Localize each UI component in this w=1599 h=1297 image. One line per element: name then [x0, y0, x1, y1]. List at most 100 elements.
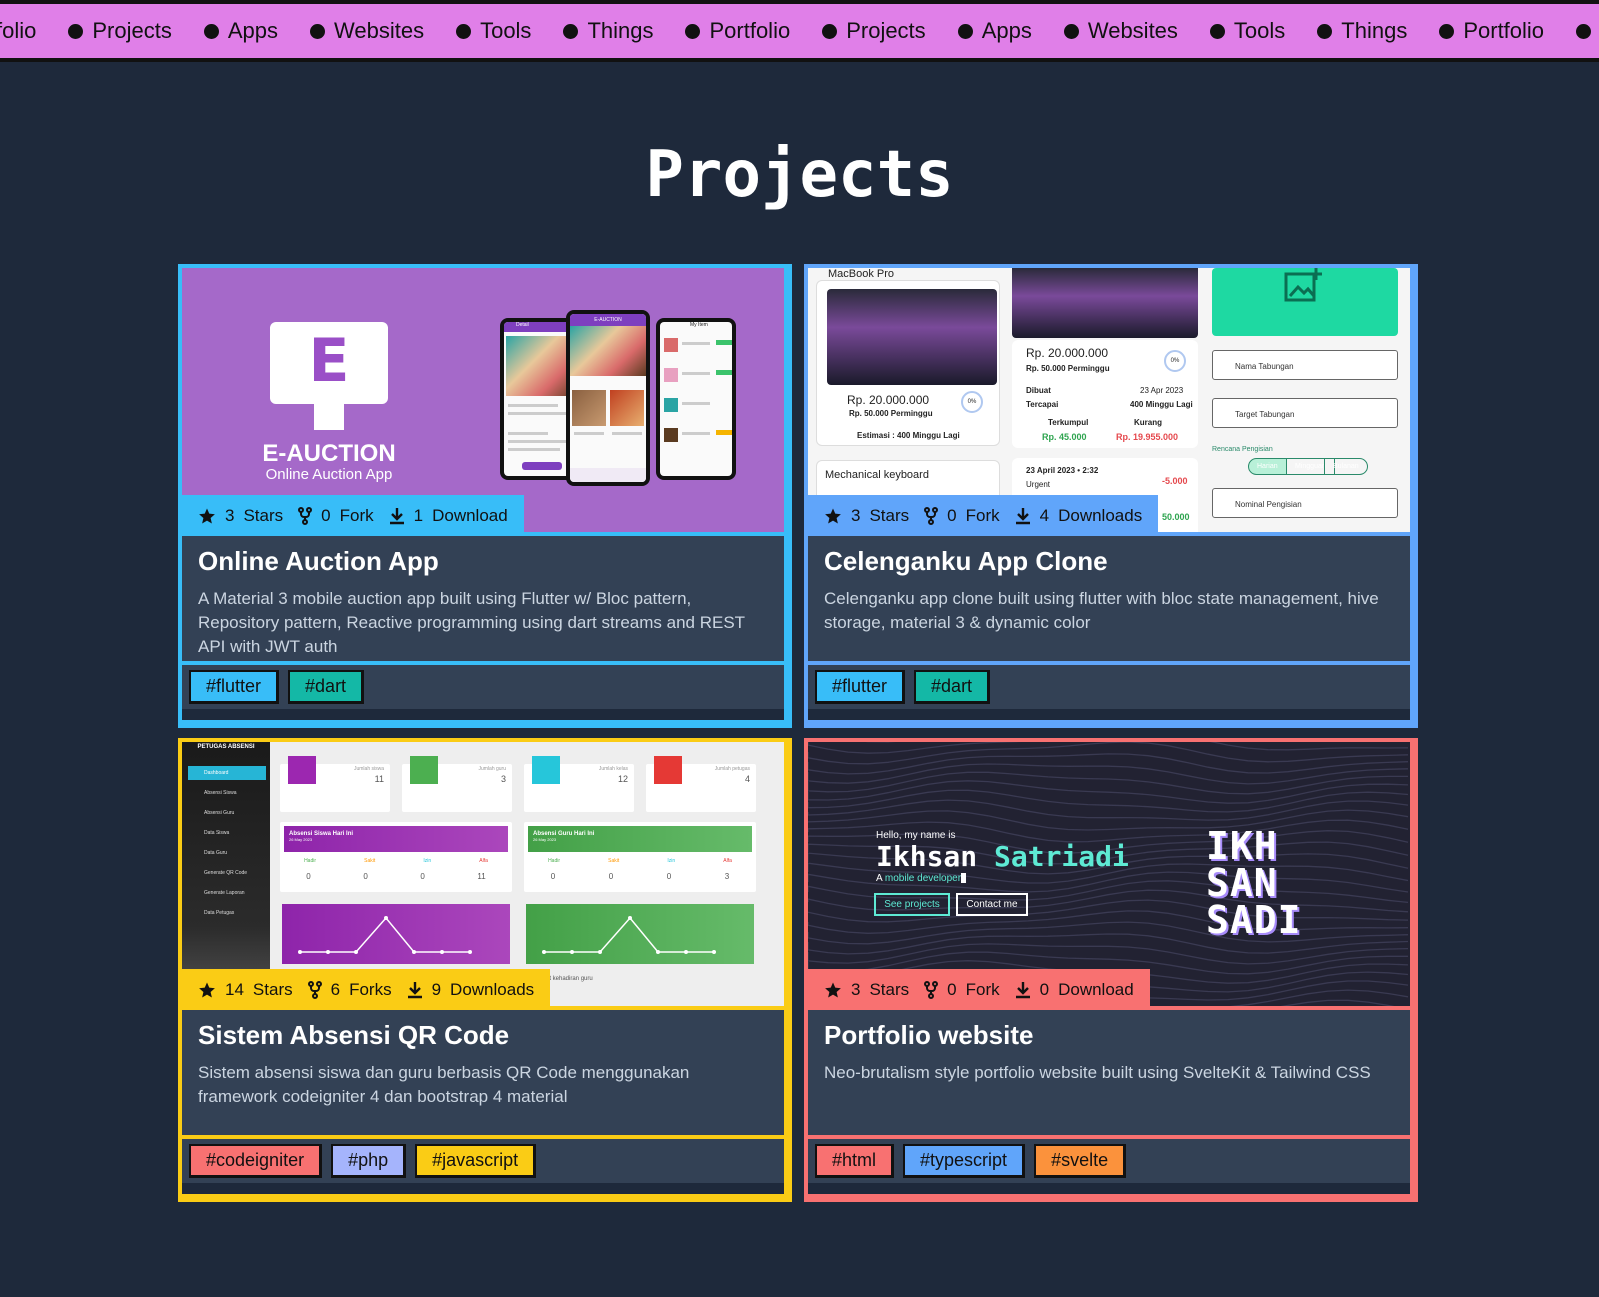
- project-title[interactable]: Celenganku App Clone: [824, 546, 1394, 577]
- forks-count: 6: [330, 979, 341, 999]
- marquee-item: Things: [1317, 18, 1407, 44]
- project-description: Neo-brutalism style portfolio website bu…: [824, 1063, 1371, 1082]
- estimate: Estimasi : 400 Minggu Lagi: [857, 431, 960, 440]
- marquee-label: Tools: [1233, 18, 1286, 43]
- project-card[interactable]: E E-AUCTION Online Auction App Detail My…: [178, 264, 792, 728]
- stats-bar: 14 Stars 6 Forks 9 Downloads: [182, 969, 551, 1010]
- guru-attendance-chart: [526, 904, 754, 964]
- marquee-label: Things: [1341, 18, 1408, 43]
- project-title[interactable]: Online Auction App: [198, 546, 768, 577]
- status-label: Hadir: [548, 858, 561, 864]
- wave-line: [808, 763, 1409, 785]
- downloads-count: 1: [413, 505, 424, 525]
- item-name: Mechanical keyboard: [825, 469, 929, 481]
- price: Rp. 20.000.000: [847, 393, 930, 407]
- screen-header: My Item: [690, 322, 708, 328]
- fork-icon: [924, 506, 939, 525]
- bullet-icon: [203, 23, 219, 39]
- field-nama-tabungan: Nama Tabungan: [1212, 350, 1398, 380]
- bullet-icon: [1063, 23, 1079, 39]
- tag-html[interactable]: #html: [815, 1144, 895, 1178]
- status-count: 0: [550, 872, 556, 881]
- plan-chip: Harian: [1248, 458, 1287, 475]
- project-image: E E-AUCTION Online Auction App Detail My…: [182, 268, 784, 532]
- logo-line: SAN: [1206, 861, 1278, 905]
- forks-label: Fork: [965, 979, 1000, 999]
- stars-stat: 3 Stars: [824, 506, 909, 526]
- marquee-item: Websites: [310, 18, 424, 44]
- wave-line: [808, 742, 1409, 754]
- tag-dart[interactable]: #dart: [914, 670, 991, 704]
- dashboard-sidebar: PETUGAS ABSENSI Dashboard Absensi Siswa …: [182, 742, 270, 1006]
- tag-flutter[interactable]: #flutter: [815, 670, 906, 704]
- tag-codeigniter[interactable]: #codeigniter: [189, 1144, 323, 1178]
- fork-icon: [298, 506, 313, 525]
- created-value: 23 Apr 2023: [1140, 386, 1184, 395]
- forks-stat: 6 Forks: [307, 979, 392, 1000]
- downloads-stat: 1 Download: [389, 506, 508, 526]
- ikhsan-sadi-logo: IKH SAN SADI: [1206, 827, 1332, 942]
- forks-count: 0: [947, 979, 957, 999]
- project-card[interactable]: PETUGAS ABSENSI Dashboard Absensi Siswa …: [178, 738, 792, 1202]
- downloads-count: 9: [431, 979, 442, 999]
- marquee-item: Tools: [456, 18, 531, 44]
- wave-line: [808, 799, 1409, 821]
- project-description: A Material 3 mobile auction app built us…: [198, 589, 745, 656]
- status-label: Hadir: [304, 858, 317, 864]
- stats-bar: 3 Stars 0 Fork 4 Downloads: [808, 495, 1159, 536]
- stars-label: Stars: [869, 979, 910, 999]
- downloads-label: Download: [1058, 979, 1134, 999]
- project-card[interactable]: Hello, my name is Ikhsan Satriadi A mobi…: [804, 738, 1418, 1202]
- downloads-count: 0: [1039, 979, 1050, 999]
- marquee-nav: folio Projects Apps Websites Tools Things Port…: [0, 0, 1599, 62]
- download-icon: [1015, 981, 1030, 998]
- tag-list: #codeigniter #php #javascript: [182, 1139, 784, 1183]
- tag-php[interactable]: #php: [331, 1144, 407, 1178]
- bullet-icon: [1209, 23, 1225, 39]
- marquee-item: Portfolio: [1439, 18, 1544, 44]
- marquee-item: Websites: [1063, 18, 1178, 44]
- marquee-item: folio: [0, 18, 36, 44]
- sidebar-item: Dashboard: [204, 770, 229, 776]
- tag-dart[interactable]: #dart: [288, 670, 365, 704]
- forks-count: 0: [321, 505, 331, 525]
- logo-line: SADI: [1206, 898, 1302, 942]
- tag-flutter[interactable]: #flutter: [189, 670, 280, 704]
- project-title[interactable]: Portfolio website: [824, 1020, 1394, 1051]
- tag-typescript[interactable]: #typescript: [903, 1144, 1026, 1178]
- star-icon: [199, 508, 215, 523]
- short-label: Kurang: [1134, 418, 1162, 427]
- downloads-label: Download: [432, 505, 508, 525]
- sidebar-item: Generate Laporan: [204, 890, 245, 896]
- wave-line: [808, 809, 1409, 831]
- stat-label: Jumlah kelas: [598, 766, 628, 772]
- collected-value: Rp. 45.000: [1042, 432, 1087, 442]
- created-label: Dibuat: [1026, 386, 1051, 395]
- status-count: 0: [420, 872, 425, 881]
- marquee-label: Apps: [227, 18, 278, 43]
- forks-label: Forks: [349, 979, 392, 999]
- see-projects-button: See projects: [874, 893, 950, 916]
- marquee-item: Projects: [68, 18, 172, 44]
- stat-value: 3: [500, 774, 506, 784]
- project-title[interactable]: Sistem Absensi QR Code: [198, 1020, 768, 1051]
- bullet-icon: [1317, 23, 1333, 39]
- wave-line: [808, 753, 1409, 775]
- stat-value: 12: [617, 774, 628, 784]
- project-card[interactable]: MacBook Pro Rp. 20.000.000 Rp. 50.000 Pe…: [804, 264, 1418, 728]
- status-label: Sakit: [608, 858, 620, 864]
- phone-mockup: E-AUCTION: [566, 310, 650, 486]
- marquee-label: Things: [587, 18, 654, 43]
- project-image: MacBook Pro Rp. 20.000.000 Rp. 50.000 Pe…: [808, 268, 1410, 532]
- tag-svelte[interactable]: #svelte: [1034, 1144, 1127, 1178]
- item-name: MacBook Pro: [828, 268, 895, 280]
- tag-javascript[interactable]: #javascript: [415, 1144, 537, 1178]
- stars-label: Stars: [869, 505, 910, 525]
- project-description: Celenganku app clone built using flutter…: [824, 589, 1379, 632]
- stars-count: 3: [851, 979, 861, 999]
- marquee-label: Websites: [334, 18, 425, 43]
- marquee-label: Websites: [1087, 18, 1178, 43]
- stars-count: 3: [225, 505, 235, 525]
- downloads-stat: 9 Downloads: [407, 979, 534, 1000]
- bullet-icon: [310, 23, 325, 39]
